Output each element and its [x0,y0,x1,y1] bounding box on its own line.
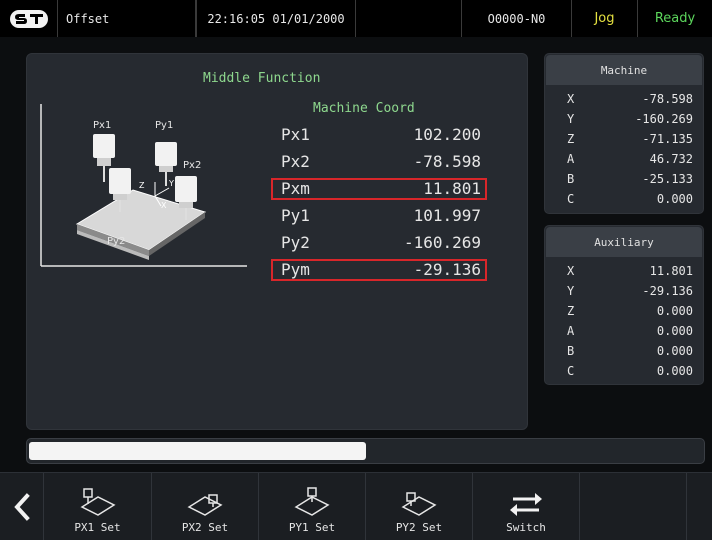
aux-axis-row: X 11.801 [545,262,705,282]
aux-axis-row: Z 0.000 [545,302,705,322]
aux-axis-row: A 0.000 [545,322,705,342]
panel-title: Middle Function [203,71,321,86]
axis-value: -29.136 [642,284,693,298]
axis-name: Y [567,112,575,126]
coord-label: Py2 [281,233,310,252]
program-number: O0000-N0 [462,0,572,37]
machine-axis-row: C 0.000 [545,190,705,210]
coord-row-py1: Py1 101.997 [271,205,487,227]
progress-fill [29,442,366,460]
auxiliary-position-panel: Auxiliary X 11.801 Y -29.136 Z 0.000 A 0… [544,225,704,385]
axis-name: Z [567,132,575,146]
coord-value: -78.598 [413,152,481,171]
diagram-label-px2: Px2 [183,160,201,171]
coord-label: Px1 [281,125,310,144]
diagram-axis-x: X [161,201,167,210]
progress-bar [26,438,705,464]
probe-px2-icon [187,494,223,516]
bottom-softkey-bar: PX1 Set PX2 Set PY1 Set PY2 Set Switch [0,472,712,540]
coord-value: 101.997 [413,206,481,225]
axis-value: -160.269 [635,112,693,126]
coord-label: Pxm [281,179,310,198]
px1-set-button[interactable]: PX1 Set [44,473,152,540]
blank-softkey[interactable] [580,473,687,540]
axis-value: 0.000 [656,192,693,206]
axis-name: A [567,324,575,338]
diagram-label-px1: Px1 [93,120,111,131]
back-button[interactable] [0,473,44,540]
softkey-label: PY1 Set [288,521,336,534]
axis-value: 0.000 [656,324,693,338]
diagram-label-py2: Py2 [107,236,125,247]
coord-label: Px2 [281,152,310,171]
axis-name: C [567,364,575,378]
coord-label: Pym [281,260,310,279]
coord-value: 102.200 [413,125,481,144]
mode-indicator: Jog [572,0,638,37]
axis-value: 0.000 [656,344,693,358]
diagram-axis-z: Z [139,181,145,190]
axis-value: 0.000 [656,364,693,378]
machine-axis-row: X -78.598 [545,90,705,110]
aux-axis-row: B 0.000 [545,342,705,362]
coord-value: -160.269 [403,233,481,252]
axis-value: 0.000 [656,304,693,318]
screen-title: Offset [58,0,196,37]
axis-name: X [567,264,575,278]
probe-px1-icon [79,488,116,516]
aux-axis-row: C 0.000 [545,362,705,382]
coord-row-px1: Px1 102.200 [271,124,487,146]
diagram-axis-y: Y [168,179,174,188]
probe-py1-icon [294,487,330,516]
switch-button[interactable]: Switch [473,473,580,540]
machine-state: Ready [654,11,696,26]
status-blank-cell [356,0,462,37]
axis-name: A [567,152,575,166]
softkey-label: PX1 Set [74,521,121,534]
py1-set-button[interactable]: PY1 Set [259,473,366,540]
softkey-label: PX2 Set [181,521,229,534]
axis-name: Z [567,304,575,318]
softkey-label: Switch [506,521,546,534]
middle-function-panel: Middle Function Z Y X Px1 Py1 Px2 Py2 Ma… [26,53,528,430]
axis-value: -25.133 [642,172,693,186]
auxiliary-panel-title: Auxiliary [546,227,702,257]
axis-value: 11.801 [649,264,693,278]
clock-display: 22:16:05 01/01/2000 [196,0,356,37]
top-status-bar: Offset 22:16:05 01/01/2000 O0000-N0 Jog … [0,0,712,37]
coord-row-py2: Py2 -160.269 [271,232,487,254]
machine-axis-row: A 46.732 [545,150,705,170]
brand-logo-icon [9,9,48,28]
probe-diagram: Z Y X Px1 Py1 Px2 Py2 [40,104,247,267]
chevron-left-icon [13,493,30,521]
aux-axis-row: Y -29.136 [545,282,705,302]
coord-row-pym: Pym -29.136 [271,259,487,281]
py2-set-button[interactable]: PY2 Set [366,473,473,540]
machine-coord-header: Machine Coord [313,101,415,116]
coord-row-px2: Px2 -78.598 [271,151,487,173]
machine-panel-title: Machine [546,55,702,85]
machine-axis-row: Y -160.269 [545,110,705,130]
axis-name: B [567,344,575,358]
brand-logo [0,0,58,37]
coord-value: -29.136 [413,260,481,279]
machine-axis-row: B -25.133 [545,170,705,190]
switch-arrows-icon [510,493,542,516]
axis-name: Y [567,284,575,298]
softkey-label: PY2 Set [395,521,443,534]
coord-row-pxm: Pxm 11.801 [271,178,487,200]
axis-value: -78.598 [642,92,693,106]
axis-name: B [567,172,575,186]
axis-value: -71.135 [642,132,693,146]
coord-value: 11.801 [423,179,481,198]
diagram-label-py1: Py1 [155,120,173,131]
probe-py2-icon [401,492,437,516]
machine-axis-row: Z -71.135 [545,130,705,150]
axis-name: C [567,192,575,206]
axis-value: 46.732 [649,152,693,166]
machine-position-panel: Machine X -78.598 Y -160.269 Z -71.135 A… [544,53,704,214]
px2-set-button[interactable]: PX2 Set [152,473,259,540]
axis-name: X [567,92,575,106]
coord-label: Py1 [281,206,310,225]
